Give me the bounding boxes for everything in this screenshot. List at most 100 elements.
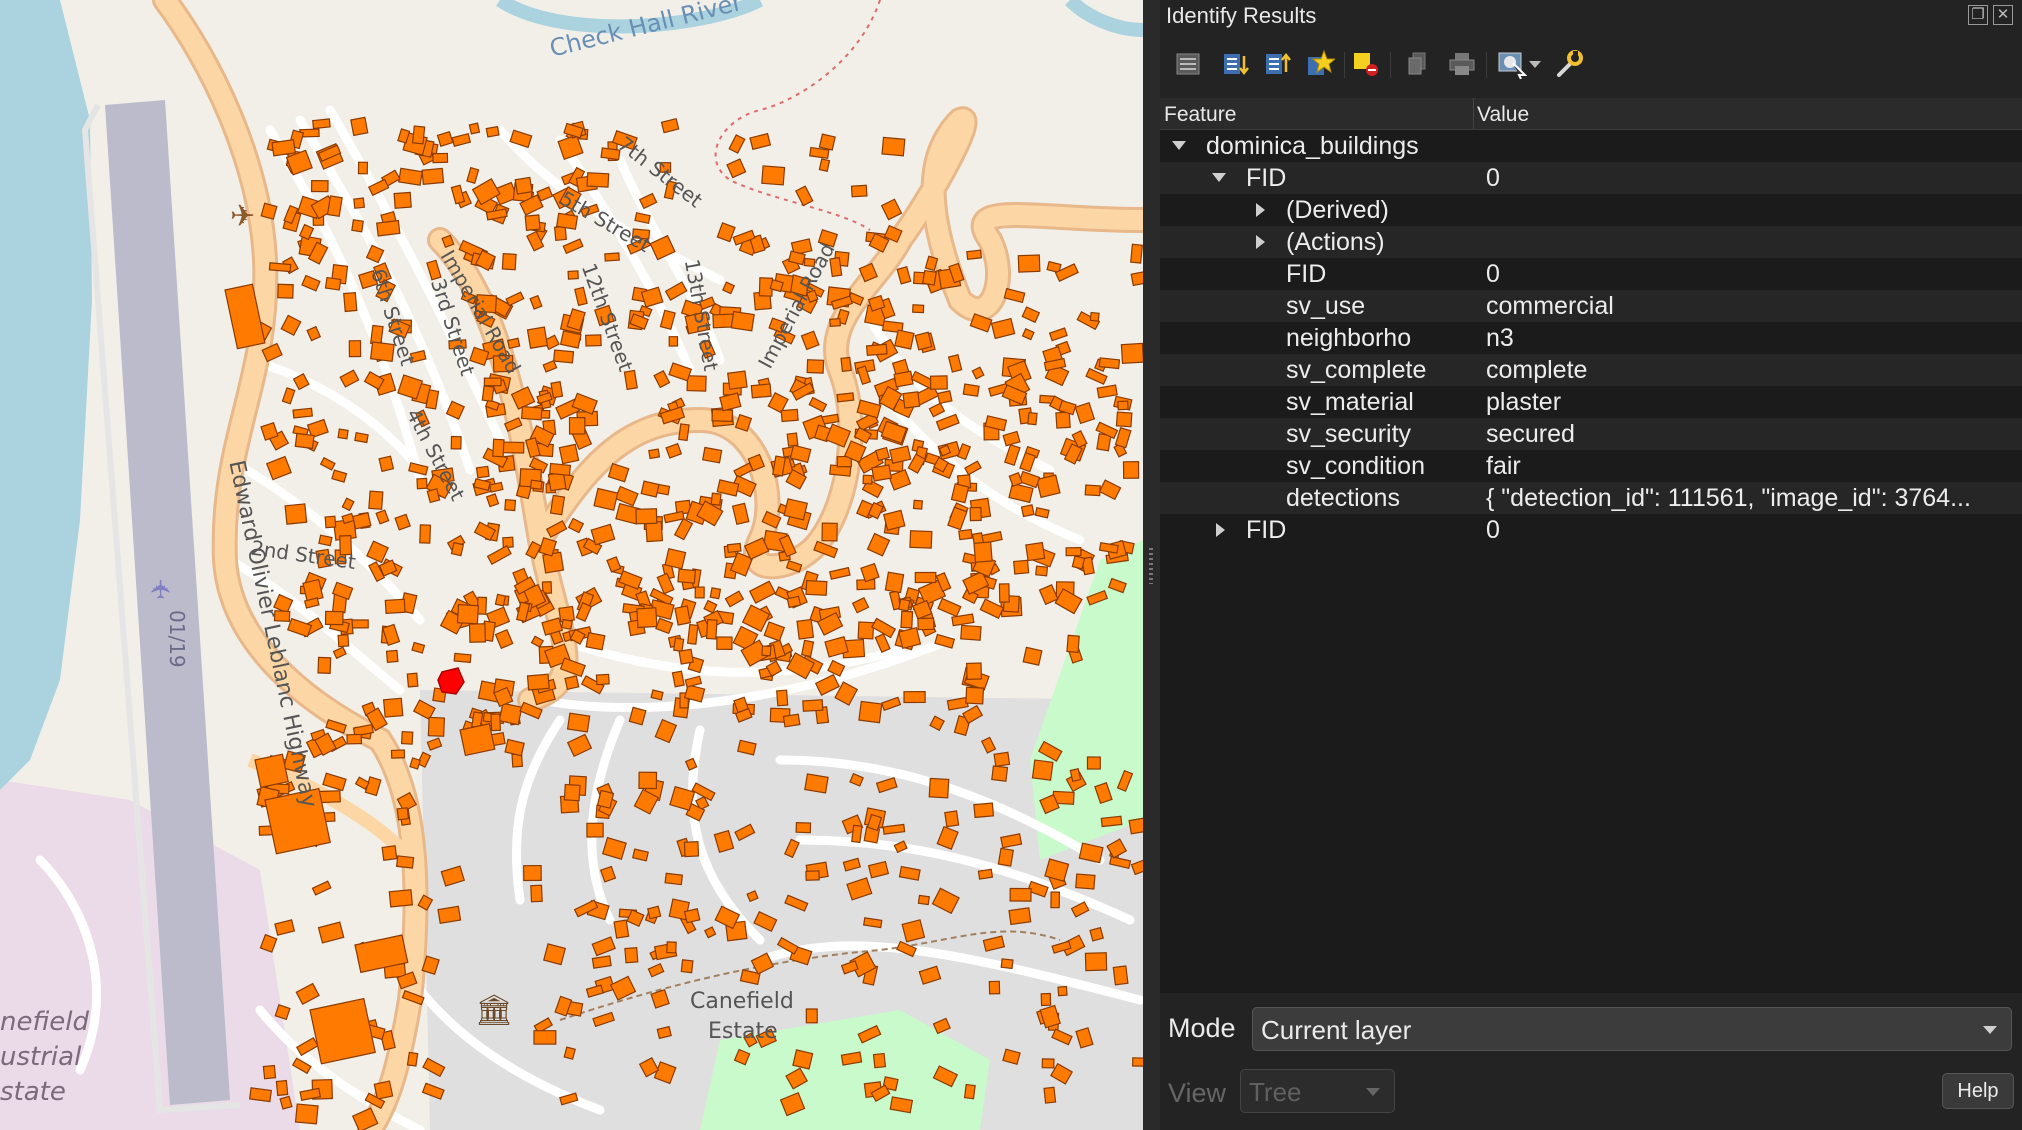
building[interactable] bbox=[903, 691, 926, 704]
building[interactable] bbox=[526, 673, 550, 691]
results-tree[interactable]: Feature Value dominica_buildings FID 0 (… bbox=[1160, 98, 2022, 993]
building[interactable] bbox=[912, 304, 925, 314]
building[interactable] bbox=[396, 807, 410, 821]
building[interactable] bbox=[271, 139, 297, 157]
building[interactable] bbox=[483, 377, 502, 387]
building[interactable] bbox=[840, 356, 852, 372]
building[interactable] bbox=[668, 336, 679, 347]
building[interactable] bbox=[1065, 547, 1082, 557]
building[interactable] bbox=[393, 191, 412, 209]
building[interactable] bbox=[805, 1008, 818, 1024]
building[interactable] bbox=[1115, 411, 1133, 428]
building[interactable] bbox=[1013, 559, 1030, 575]
building[interactable] bbox=[726, 542, 742, 554]
building[interactable] bbox=[917, 617, 935, 631]
building[interactable] bbox=[504, 499, 517, 512]
building[interactable] bbox=[1035, 474, 1061, 499]
chevron-down-icon[interactable] bbox=[1526, 46, 1544, 82]
building[interactable] bbox=[388, 889, 414, 908]
building[interactable] bbox=[1040, 992, 1052, 1007]
building[interactable] bbox=[1043, 1086, 1057, 1104]
building[interactable] bbox=[368, 490, 384, 510]
building[interactable] bbox=[1000, 958, 1014, 970]
building[interactable] bbox=[593, 487, 619, 511]
building[interactable] bbox=[786, 595, 802, 609]
building[interactable] bbox=[1055, 411, 1071, 429]
building[interactable] bbox=[456, 603, 480, 625]
building[interactable] bbox=[324, 515, 337, 529]
building[interactable] bbox=[566, 712, 591, 733]
building[interactable] bbox=[523, 864, 542, 882]
building[interactable] bbox=[761, 165, 786, 186]
tree-row-layer[interactable]: dominica_buildings bbox=[1160, 130, 2022, 162]
building[interactable] bbox=[318, 534, 333, 547]
building[interactable] bbox=[862, 474, 873, 485]
building[interactable] bbox=[481, 385, 495, 402]
building[interactable] bbox=[317, 656, 332, 674]
building[interactable] bbox=[1009, 887, 1032, 902]
print-icon[interactable] bbox=[1444, 46, 1480, 82]
building[interactable] bbox=[468, 122, 481, 135]
building[interactable] bbox=[635, 508, 658, 525]
building[interactable] bbox=[1122, 461, 1140, 479]
building-large[interactable] bbox=[459, 723, 496, 757]
building[interactable] bbox=[494, 593, 507, 607]
building[interactable] bbox=[836, 392, 855, 403]
building[interactable] bbox=[350, 116, 369, 137]
building[interactable] bbox=[710, 492, 722, 506]
building[interactable] bbox=[591, 955, 612, 969]
building[interactable] bbox=[818, 158, 831, 172]
building[interactable] bbox=[963, 1083, 976, 1100]
building-large[interactable] bbox=[254, 753, 289, 789]
building[interactable] bbox=[411, 125, 426, 145]
tree-row-attribute[interactable]: neighborho n3 bbox=[1160, 322, 2022, 354]
building[interactable] bbox=[898, 626, 922, 650]
building[interactable] bbox=[294, 432, 315, 450]
building[interactable] bbox=[965, 662, 983, 681]
building[interactable] bbox=[818, 133, 836, 151]
building[interactable] bbox=[993, 751, 1011, 767]
building[interactable] bbox=[1050, 891, 1061, 909]
building[interactable] bbox=[928, 777, 950, 799]
building[interactable] bbox=[694, 586, 705, 599]
building[interactable] bbox=[750, 383, 772, 399]
tree-row-attribute[interactable]: FID 0 bbox=[1160, 258, 2022, 290]
building[interactable] bbox=[881, 136, 906, 157]
building[interactable] bbox=[549, 494, 566, 516]
building[interactable] bbox=[914, 331, 933, 351]
building[interactable] bbox=[962, 383, 980, 397]
building[interactable] bbox=[730, 310, 755, 332]
building[interactable] bbox=[705, 618, 718, 640]
building[interactable] bbox=[709, 587, 722, 600]
building[interactable] bbox=[1100, 815, 1123, 828]
tree-row-feature[interactable]: FID 0 bbox=[1160, 162, 2022, 194]
building[interactable] bbox=[596, 789, 615, 809]
building[interactable] bbox=[646, 905, 662, 920]
building[interactable] bbox=[421, 167, 445, 185]
building[interactable] bbox=[678, 648, 694, 665]
building[interactable] bbox=[277, 283, 294, 299]
building[interactable] bbox=[437, 905, 462, 925]
building[interactable] bbox=[351, 512, 372, 530]
building[interactable] bbox=[453, 652, 472, 664]
building[interactable] bbox=[1130, 243, 1143, 264]
clear-highlights-icon[interactable] bbox=[1348, 46, 1384, 82]
building[interactable] bbox=[796, 618, 815, 640]
building[interactable] bbox=[902, 391, 921, 409]
settings-wrench-icon[interactable] bbox=[1552, 46, 1588, 82]
building[interactable] bbox=[623, 369, 638, 391]
tree-row-attribute[interactable]: sv_material plaster bbox=[1160, 386, 2022, 418]
building[interactable] bbox=[969, 506, 982, 522]
building[interactable] bbox=[248, 1087, 272, 1103]
building[interactable] bbox=[563, 783, 581, 802]
building[interactable] bbox=[324, 276, 342, 291]
building[interactable] bbox=[567, 270, 579, 280]
building[interactable] bbox=[683, 908, 701, 924]
building[interactable] bbox=[406, 672, 419, 688]
building[interactable] bbox=[530, 884, 543, 903]
expanded-arrow-icon[interactable] bbox=[1172, 141, 1186, 150]
building[interactable] bbox=[419, 524, 432, 544]
building[interactable] bbox=[761, 645, 772, 657]
building[interactable] bbox=[997, 847, 1015, 867]
tree-row-attribute[interactable]: sv_complete complete bbox=[1160, 354, 2022, 386]
